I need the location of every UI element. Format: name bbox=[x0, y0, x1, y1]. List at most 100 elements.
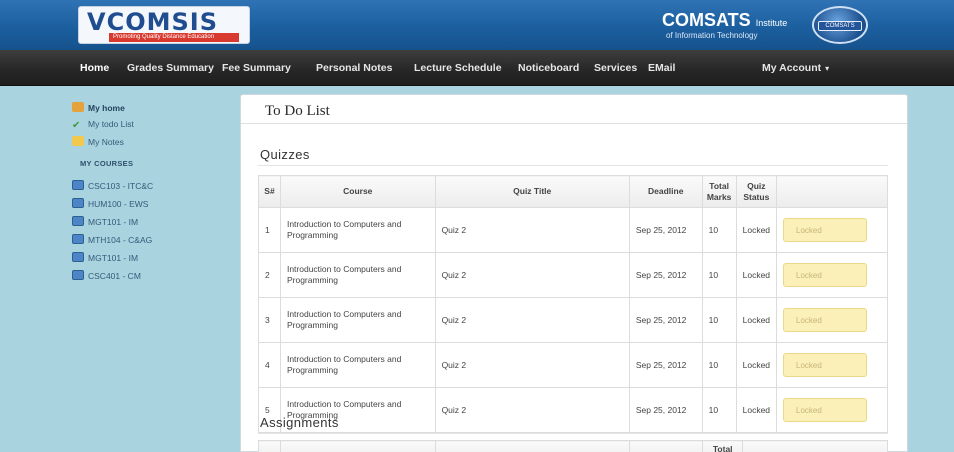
assignments-divider bbox=[258, 433, 888, 434]
quizzes-heading: Quizzes bbox=[260, 147, 310, 162]
cell-course: Introduction to Computers and Programmin… bbox=[279, 252, 436, 298]
col-action bbox=[776, 175, 888, 208]
todo-panel: To Do List Quizzes S# Course Quiz Title … bbox=[240, 94, 908, 452]
sidebar-item-label: My todo List bbox=[88, 119, 134, 129]
col-quiz-status[interactable]: Quiz Status bbox=[735, 175, 778, 208]
logo-wordmark: VCOMSIS bbox=[87, 8, 218, 36]
table-row: 5 Introduction to Computers and Programm… bbox=[258, 387, 888, 433]
table-header-row: Total bbox=[258, 440, 888, 452]
table-row: 3 Introduction to Computers and Programm… bbox=[258, 297, 888, 343]
cell-sno: 4 bbox=[258, 342, 281, 388]
comsats-name-suffix: Institute bbox=[755, 18, 788, 28]
vcomsis-logo[interactable]: VCOMSIS Promoting Quality Distance Educa… bbox=[78, 6, 250, 44]
sidebar-course-item[interactable]: HUM100 - EWS bbox=[72, 196, 148, 212]
sidebar-course-label: MGT101 - IM bbox=[88, 253, 139, 263]
cell-sno: 1 bbox=[258, 207, 281, 253]
cell-total-marks: 10 bbox=[701, 207, 737, 253]
cell-action: Locked bbox=[776, 207, 888, 253]
home-icon bbox=[72, 102, 84, 112]
nav-personal-notes[interactable]: Personal Notes bbox=[316, 50, 392, 86]
locked-button[interactable]: Locked bbox=[783, 263, 868, 287]
sidebar-item-my-home[interactable]: My home bbox=[72, 100, 125, 116]
nav-home[interactable]: Home bbox=[80, 50, 109, 86]
cell-status: Locked bbox=[735, 252, 778, 298]
locked-button[interactable]: Locked bbox=[783, 218, 868, 242]
site-header: VCOMSIS Promoting Quality Distance Educa… bbox=[0, 0, 954, 50]
cell-action: Locked bbox=[776, 342, 888, 388]
chevron-down-icon: ▾ bbox=[825, 64, 830, 73]
cell-status: Locked bbox=[735, 387, 778, 433]
sidebar-course-label: MGT101 - IM bbox=[88, 217, 139, 227]
col-deadline[interactable]: Deadline bbox=[628, 175, 703, 208]
col-course[interactable]: Course bbox=[279, 175, 436, 208]
sidebar-course-label: MTH104 - C&AG bbox=[88, 235, 153, 245]
sidebar-item-my-todo-list[interactable]: ✔ My todo List bbox=[72, 116, 134, 132]
cell-deadline: Sep 25, 2012 bbox=[628, 252, 703, 298]
cell-quiz-title: Quiz 2 bbox=[434, 342, 630, 388]
nav-grades-summary[interactable]: Grades Summary bbox=[127, 50, 214, 86]
col-course[interactable] bbox=[279, 440, 436, 452]
sidebar: My home ✔ My todo List My Notes MY COURSE… bbox=[72, 96, 232, 452]
check-icon: ✔ bbox=[72, 120, 81, 131]
comsats-logo: COMSATS Institute of Information Technol… bbox=[662, 6, 872, 44]
sidebar-course-item[interactable]: CSC103 - ITC&C bbox=[72, 178, 153, 194]
notes-icon bbox=[72, 136, 84, 146]
table-row: 4 Introduction to Computers and Programm… bbox=[258, 342, 888, 388]
assignments-table: Total bbox=[258, 440, 888, 452]
cell-deadline: Sep 25, 2012 bbox=[628, 342, 703, 388]
logo-tagline: Promoting Quality Distance Education bbox=[109, 33, 239, 42]
col-total[interactable]: Total bbox=[702, 440, 744, 452]
cell-status: Locked bbox=[735, 207, 778, 253]
nav-noticeboard[interactable]: Noticeboard bbox=[518, 50, 579, 86]
my-courses-heading: MY COURSES bbox=[80, 159, 134, 168]
course-book-icon bbox=[72, 180, 84, 190]
cell-total-marks: 10 bbox=[701, 387, 737, 433]
quizzes-table: S# Course Quiz Title Deadline Total Mark… bbox=[258, 175, 888, 433]
cell-quiz-title: Quiz 2 bbox=[434, 252, 630, 298]
nav-fee-summary[interactable]: Fee Summary bbox=[222, 50, 291, 86]
course-book-icon bbox=[72, 270, 84, 280]
sidebar-course-item[interactable]: CSC401 - CM bbox=[72, 268, 141, 284]
cell-action: Locked bbox=[776, 297, 888, 343]
col-assignment-title[interactable] bbox=[434, 440, 631, 452]
cell-sno: 3 bbox=[258, 297, 281, 343]
cell-course: Introduction to Computers and Programmin… bbox=[279, 207, 436, 253]
sidebar-item-label: My home bbox=[88, 103, 125, 113]
locked-button[interactable]: Locked bbox=[783, 353, 868, 377]
col-sno[interactable]: S# bbox=[258, 175, 281, 208]
col-sno[interactable] bbox=[258, 440, 281, 452]
sidebar-course-label: HUM100 - EWS bbox=[88, 199, 149, 209]
table-row: 1 Introduction to Computers and Programm… bbox=[258, 207, 888, 253]
cell-total-marks: 10 bbox=[701, 252, 737, 298]
globe-icon: COMSATS bbox=[812, 6, 868, 44]
cell-action: Locked bbox=[776, 252, 888, 298]
comsats-subtitle: of Information Technology bbox=[666, 31, 758, 40]
sidebar-course-item[interactable]: MTH104 - C&AG bbox=[72, 232, 152, 248]
nav-email[interactable]: EMail bbox=[648, 50, 675, 86]
course-book-icon bbox=[72, 198, 84, 208]
sidebar-course-item[interactable]: MGT101 - IM bbox=[72, 214, 138, 230]
cell-status: Locked bbox=[735, 297, 778, 343]
nav-lecture-schedule[interactable]: Lecture Schedule bbox=[414, 50, 502, 86]
cell-deadline: Sep 25, 2012 bbox=[628, 207, 703, 253]
cell-action: Locked bbox=[776, 387, 888, 433]
col-quiz-title[interactable]: Quiz Title bbox=[434, 175, 630, 208]
col-total-marks[interactable]: Total Marks bbox=[701, 175, 737, 208]
table-header-row: S# Course Quiz Title Deadline Total Mark… bbox=[258, 175, 888, 208]
cell-status: Locked bbox=[735, 342, 778, 388]
col-extra bbox=[742, 440, 888, 452]
comsats-name-main: COMSATS bbox=[662, 10, 751, 30]
nav-services[interactable]: Services bbox=[594, 50, 637, 86]
locked-button[interactable]: Locked bbox=[783, 398, 868, 422]
comsats-name: COMSATS Institute bbox=[662, 10, 787, 31]
cell-quiz-title: Quiz 2 bbox=[434, 387, 630, 433]
sidebar-item-my-notes[interactable]: My Notes bbox=[72, 134, 124, 150]
sidebar-course-item[interactable]: MGT101 - IM bbox=[72, 250, 138, 266]
locked-button[interactable]: Locked bbox=[783, 308, 868, 332]
col-deadline[interactable] bbox=[629, 440, 704, 452]
cell-quiz-title: Quiz 2 bbox=[434, 207, 630, 253]
cell-course: Introduction to Computers and Programmin… bbox=[279, 342, 436, 388]
sidebar-item-label: My Notes bbox=[88, 137, 124, 147]
nav-my-account[interactable]: My Account ▾ bbox=[762, 50, 829, 86]
quizzes-divider bbox=[258, 165, 888, 166]
